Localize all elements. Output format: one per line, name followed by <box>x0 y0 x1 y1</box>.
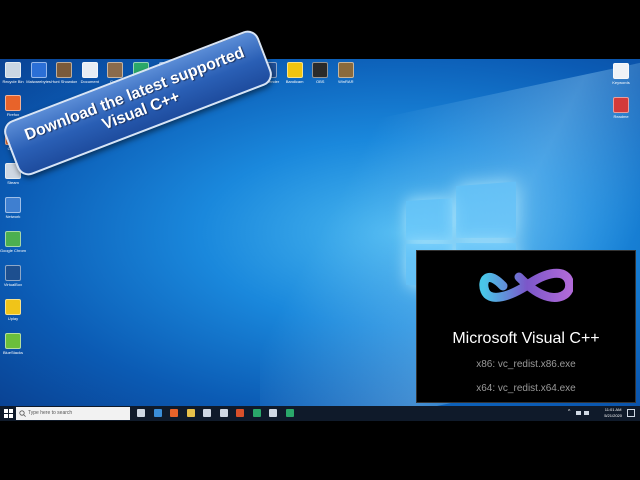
search-placeholder: Type here to search <box>28 410 73 416</box>
app-icon[interactable] <box>285 409 294 417</box>
desktop-icon-label: Network <box>5 214 21 219</box>
desktop-icon-label: Bandicam <box>285 79 304 84</box>
desktop-icon-label: Steam <box>7 180 19 185</box>
desktop-icon-label: BlueStacks <box>2 350 23 355</box>
visual-cpp-panel: Microsoft Visual C++ x86: vc_redist.x86.… <box>416 250 636 403</box>
desktop-icon-label: Malwarebytes <box>26 79 51 84</box>
taskbar-search-input[interactable]: Type here to search <box>16 407 130 420</box>
desktop-icon-label: Readme <box>613 114 629 119</box>
desktop-icon-label: WinRAR <box>338 79 354 84</box>
tray-chevron-icon[interactable]: ^ <box>568 409 570 415</box>
desktop-icon-label: Document <box>80 79 99 84</box>
desktop-icon-label: Uplay <box>7 316 19 321</box>
desktop-icon[interactable]: Keywords <box>608 63 634 85</box>
notification-icon[interactable] <box>627 409 635 417</box>
edge-icon[interactable] <box>153 409 162 417</box>
desktop-icon-label: Hunt Showdown <box>51 79 77 84</box>
desktop-icon[interactable]: OBS <box>307 62 333 84</box>
visual-cpp-title: Microsoft Visual C++ <box>452 330 600 347</box>
desktop-icon[interactable]: Google Chrome <box>0 231 26 253</box>
task-view-icon[interactable] <box>137 409 145 417</box>
file-icon <box>81 62 98 78</box>
store-icon[interactable] <box>203 409 211 417</box>
vc-redist-x64: x64: vc_redist.x64.exe <box>476 383 576 394</box>
vc-redist-x86: x86: vc_redist.x86.exe <box>476 359 576 370</box>
clock-date: 5/21/2020 <box>604 413 622 418</box>
firefox-icon <box>5 95 21 111</box>
mail-icon[interactable] <box>219 409 228 417</box>
search-icon <box>19 410 26 417</box>
desktop-icon[interactable]: Document <box>77 62 103 84</box>
file-icon <box>613 63 629 79</box>
game-icon <box>107 62 124 78</box>
visual-studio-infinity-logo <box>479 268 573 302</box>
desktop-icon[interactable]: Readme <box>608 97 634 119</box>
app-icon <box>5 299 21 315</box>
start-button[interactable] <box>4 409 13 418</box>
app-icon[interactable] <box>252 409 261 417</box>
desktop-icon-label: Recycle Bin <box>2 79 24 84</box>
archive-icon <box>337 62 354 78</box>
app-icon <box>5 265 21 281</box>
app-icon[interactable] <box>269 409 277 417</box>
desktop-icon[interactable]: VirtualBox <box>0 265 26 287</box>
desktop-icon[interactable]: Bandicam <box>282 62 308 84</box>
app-icon <box>5 333 21 349</box>
chrome-icon <box>5 231 21 247</box>
recycle-bin-icon <box>5 62 21 78</box>
network-icon[interactable] <box>576 411 581 415</box>
desktop-icon[interactable]: Malwarebytes <box>26 62 52 84</box>
desktop-icon[interactable]: Hunt Showdown <box>51 62 77 84</box>
pdf-icon <box>613 97 629 113</box>
taskbar: Type here to search ^ 11:01 AM 5/21/2020 <box>0 406 640 421</box>
desktop-icon-label: VirtualBox <box>3 282 23 287</box>
desktop-icon-label: Google Chrome <box>0 248 26 253</box>
volume-icon[interactable] <box>584 411 589 415</box>
firefox-icon[interactable] <box>170 409 178 417</box>
app-icon <box>286 62 303 78</box>
desktop-icon-label: OBS <box>315 79 325 84</box>
desktop-icon[interactable]: Network <box>0 197 26 219</box>
game-icon <box>56 62 73 78</box>
network-icon <box>5 197 21 213</box>
desktop-icon[interactable]: Uplay <box>0 299 26 321</box>
desktop-icon[interactable]: BlueStacks <box>0 333 26 355</box>
desktop-icon-label: Keywords <box>612 80 630 85</box>
taskbar-clock[interactable]: 11:01 AM 5/21/2020 <box>604 407 622 419</box>
app-icon <box>30 62 47 78</box>
desktop-icon[interactable]: Firefox <box>0 95 26 117</box>
app-icon <box>312 62 329 78</box>
system-tray: ^ <box>568 409 594 416</box>
firefox-icon[interactable] <box>236 409 244 417</box>
desktop-icon[interactable]: Recycle Bin <box>0 62 26 84</box>
desktop-icon[interactable]: WinRAR <box>333 62 359 84</box>
explorer-icon[interactable] <box>186 409 195 417</box>
